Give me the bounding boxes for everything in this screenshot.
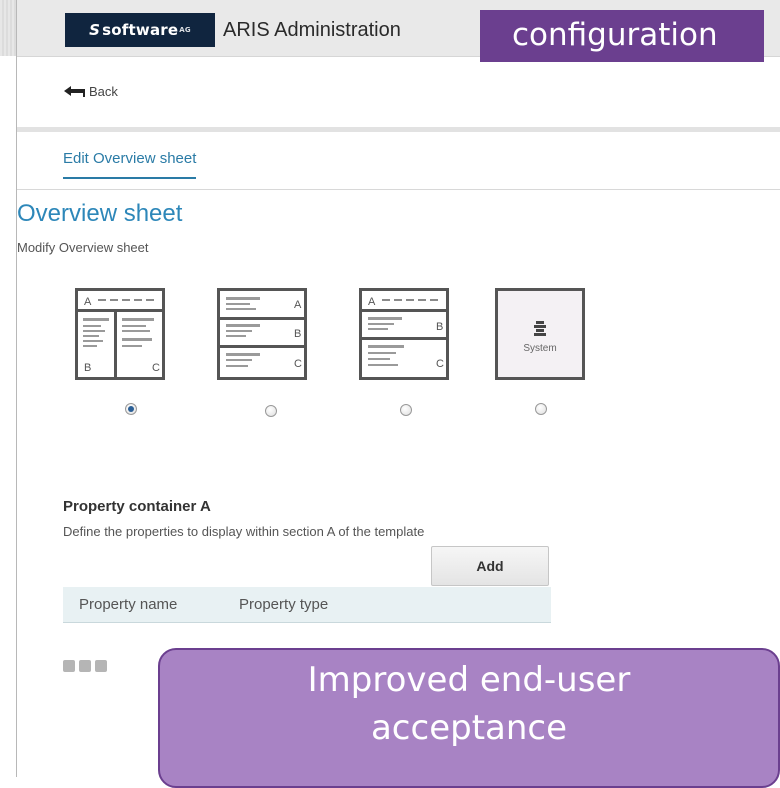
app-title: ARIS Administration (223, 19, 401, 41)
template-layout-two-rows[interactable]: A B C (359, 288, 449, 380)
template-layout-stacked[interactable]: A B C (217, 288, 307, 380)
loading-indicator (63, 660, 107, 672)
section-label-b: B (294, 328, 301, 340)
back-link[interactable]: Back (63, 84, 118, 99)
layout-stacked-icon: A B C (220, 297, 304, 370)
software-ag-logo: S software AG (65, 13, 215, 47)
template-layout-abc[interactable]: A B C (75, 288, 165, 380)
system-label: System (523, 343, 556, 354)
template-radio-system[interactable] (535, 403, 547, 415)
callout-banner: Improved end-user acceptance (158, 648, 780, 788)
logo-text: software (102, 21, 179, 39)
back-arrow-icon (64, 85, 85, 97)
callout-line-1: Improved end-user (307, 660, 631, 700)
page-title: Overview sheet (17, 200, 183, 227)
template-radio-stacked[interactable] (265, 405, 277, 417)
template-layout-system[interactable]: System (495, 288, 585, 380)
section-label-a: A (84, 296, 92, 308)
logo-mark: S (89, 21, 101, 39)
section-label-b: B (436, 321, 443, 333)
section-label-c: C (152, 362, 160, 374)
property-container-title: Property container A (63, 498, 211, 515)
system-icon: System (523, 321, 557, 354)
template-radio-abc[interactable] (125, 403, 137, 415)
property-table-header: Property name Property type (63, 587, 551, 623)
loading-dot (79, 660, 91, 672)
section-label-c: C (436, 358, 444, 370)
tab-divider (17, 189, 780, 190)
property-container-description: Define the properties to display within … (63, 524, 425, 539)
loading-dot (63, 660, 75, 672)
add-button[interactable]: Add (431, 546, 549, 586)
layout-abc-icon: A B C (78, 296, 162, 377)
section-label-a: A (294, 299, 302, 311)
section-label-b: B (84, 362, 91, 374)
section-label-a: A (368, 296, 376, 308)
page-subtitle: Modify Overview sheet (17, 240, 149, 255)
configuration-banner: configuration (480, 10, 764, 62)
callout-line-2: acceptance (370, 708, 568, 748)
back-label: Back (89, 84, 118, 99)
section-label-c: C (294, 358, 302, 370)
tab-edit-overview-sheet[interactable]: Edit Overview sheet (63, 150, 197, 179)
layout-two-rows-icon: A B C (362, 296, 446, 370)
logo-suffix: AG (179, 26, 191, 34)
column-property-type[interactable]: Property type (239, 596, 328, 613)
loading-dot (95, 660, 107, 672)
template-radio-two-rows[interactable] (400, 404, 412, 416)
divider (17, 127, 780, 132)
column-property-name[interactable]: Property name (79, 596, 177, 613)
